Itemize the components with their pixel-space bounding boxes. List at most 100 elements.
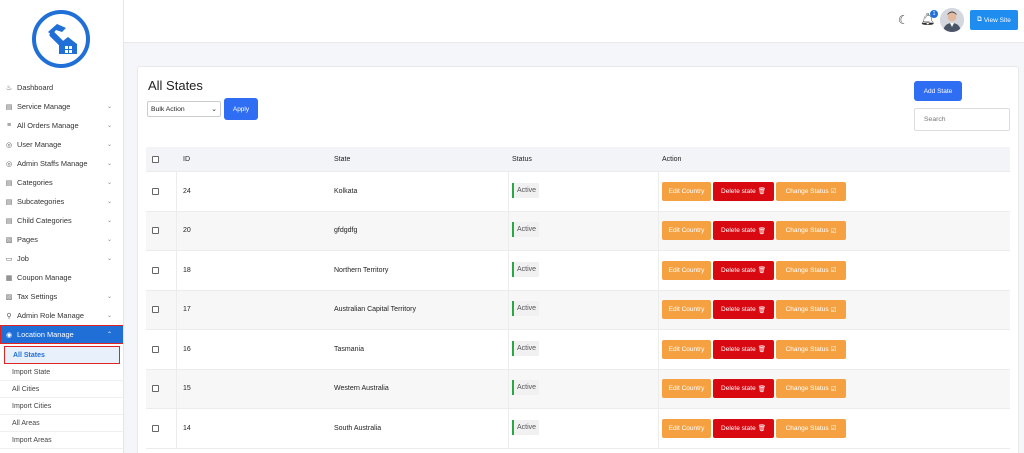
submenu-all-areas[interactable]: All Areas	[0, 415, 123, 432]
sidebar-item-label: User Manage	[17, 140, 62, 149]
chevron-down-icon: ⌄	[106, 218, 112, 224]
change-status-button[interactable]: Change Status ☑	[776, 260, 846, 280]
sidebar-item-dashboard[interactable]: ♨ Dashboard	[0, 78, 123, 97]
edit-country-button[interactable]: Edit Country	[662, 300, 711, 320]
row-id: 24	[183, 187, 191, 195]
sidebar-item-categories[interactable]: ▤ Categories ⌄	[0, 173, 123, 192]
column-divider	[176, 251, 177, 290]
sidebar-item-label: Admin Role Manage	[17, 311, 84, 320]
submenu-all-cities[interactable]: All Cities	[0, 381, 123, 398]
chevron-down-icon: ⌄	[106, 199, 112, 205]
sidebar-item-pages[interactable]: ▧ Pages ⌄	[0, 230, 123, 249]
change-status-button[interactable]: Change Status ☑	[776, 221, 846, 241]
table-row: 17 Australian Capital Territory Active Edit…	[146, 290, 1010, 330]
logo[interactable]	[32, 10, 90, 68]
delete-state-button[interactable]: Delete state 🗑︎	[713, 260, 774, 280]
edit-square-icon: ☑	[830, 306, 837, 314]
sidebar-item-subcategories[interactable]: ▤ Subcategories ⌄	[0, 192, 123, 211]
sidebar-item-all-orders[interactable]: ≡ All Orders Manage ⌄	[0, 116, 123, 135]
chevron-down-icon: ⌄	[106, 123, 112, 129]
coupon-icon: ▦	[5, 274, 13, 282]
delete-state-button[interactable]: Delete state 🗑︎	[713, 221, 774, 241]
subcategories-icon: ▤	[5, 198, 13, 206]
row-state: Australian Capital Territory	[334, 306, 416, 314]
column-header-id: ID	[183, 155, 190, 163]
add-state-button[interactable]: Add State	[914, 81, 962, 101]
change-status-button[interactable]: Change Status ☑	[776, 300, 846, 320]
service-icon: ▤	[5, 103, 13, 111]
row-checkbox[interactable]	[152, 345, 159, 353]
delete-state-button[interactable]: Delete state 🗑︎	[713, 418, 774, 438]
delete-state-label: Delete state	[721, 424, 756, 432]
avatar[interactable]	[940, 8, 964, 32]
column-divider	[176, 369, 177, 408]
column-header-status: Status	[512, 155, 532, 163]
submenu-import-areas[interactable]: Import Areas	[0, 432, 123, 449]
edit-country-button[interactable]: Edit Country	[662, 339, 711, 359]
table-row: 15 Western Australia Active Edit Country Del…	[146, 369, 1010, 409]
bulk-action-select[interactable]: Bulk Action ⌄	[147, 101, 221, 117]
hammer-house-icon	[48, 24, 77, 54]
edit-country-button[interactable]: Edit Country	[662, 181, 711, 201]
view-site-button[interactable]: ⧉ View Site	[970, 10, 1018, 30]
states-card: All States Bulk Action ⌄ Apply Add State …	[137, 66, 1019, 453]
column-header-action: Action	[662, 155, 682, 163]
edit-country-label: Edit Country	[668, 385, 705, 393]
status-badge: Active	[512, 222, 540, 238]
chevron-down-icon: ⌄	[106, 237, 112, 243]
delete-state-button[interactable]: Delete state 🗑︎	[713, 339, 774, 359]
column-divider	[658, 211, 659, 250]
edit-country-button[interactable]: Edit Country	[662, 379, 711, 399]
sidebar-item-user-manage[interactable]: ◎ User Manage ⌄	[0, 135, 123, 154]
sidebar-item-job[interactable]: ▭ Job ⌄	[0, 249, 123, 268]
user-avatar-icon	[940, 8, 964, 32]
search-input[interactable]	[914, 108, 1010, 131]
change-status-button[interactable]: Change Status ☑	[776, 379, 846, 399]
sidebar-item-service-manage[interactable]: ▤ Service Manage ⌄	[0, 97, 123, 116]
sidebar-item-admin-role[interactable]: ⚲ Admin Role Manage ⌄	[0, 306, 123, 325]
submenu-all-states[interactable]: All States	[4, 346, 120, 364]
row-checkbox[interactable]	[152, 227, 159, 235]
submenu-import-state[interactable]: Import State	[0, 364, 123, 381]
trash-icon: 🗑︎	[757, 425, 766, 433]
sidebar-item-label: Job	[17, 254, 29, 263]
change-status-button[interactable]: Change Status ☑	[776, 181, 846, 201]
column-divider	[508, 290, 509, 329]
row-state: South Australia	[334, 424, 382, 432]
sidebar-item-child-categories[interactable]: ▤ Child Categories ⌄	[0, 211, 123, 230]
row-state: Western Australia	[334, 385, 389, 393]
select-all-checkbox[interactable]	[152, 155, 159, 163]
edit-square-icon: ☑	[830, 346, 837, 354]
sidebar-item-coupon-manage[interactable]: ▦ Coupon Manage	[0, 268, 123, 287]
delete-state-button[interactable]: Delete state 🗑︎	[713, 300, 774, 320]
sidebar-item-tax-settings[interactable]: ▨ Tax Settings ⌄	[0, 287, 123, 306]
row-checkbox[interactable]	[152, 306, 159, 314]
notification-badge: 1	[930, 10, 938, 18]
apply-button[interactable]: Apply	[224, 98, 258, 120]
row-checkbox[interactable]	[152, 424, 159, 432]
delete-state-label: Delete state	[721, 187, 756, 195]
row-state: Tasmania	[334, 345, 364, 353]
row-checkbox[interactable]	[152, 385, 159, 393]
status-badge: Active	[512, 261, 540, 277]
row-checkbox[interactable]	[152, 266, 159, 274]
categories-icon: ▤	[5, 179, 13, 187]
edit-country-button[interactable]: Edit Country	[662, 418, 711, 438]
sidebar-item-admin-staffs[interactable]: ◎ Admin Staffs Manage ⌄	[0, 154, 123, 173]
moon-icon[interactable]: ☾	[898, 13, 909, 27]
submenu-import-cities[interactable]: Import Cities	[0, 398, 123, 415]
edit-country-button[interactable]: Edit Country	[662, 260, 711, 280]
edit-country-label: Edit Country	[668, 187, 705, 195]
row-checkbox[interactable]	[152, 187, 159, 195]
change-status-button[interactable]: Change Status ☑	[776, 418, 846, 438]
edit-country-label: Edit Country	[668, 227, 705, 235]
sidebar-item-location-manage[interactable]: ◉ Location Manage ⌃	[0, 325, 123, 344]
role-icon: ⚲	[6, 312, 12, 320]
change-status-button[interactable]: Change Status ☑	[776, 339, 846, 359]
trash-icon: 🗑︎	[757, 227, 766, 235]
delete-state-button[interactable]: Delete state 🗑︎	[713, 379, 774, 399]
edit-country-button[interactable]: Edit Country	[662, 221, 711, 241]
delete-state-button[interactable]: Delete state 🗑︎	[713, 181, 774, 201]
table-row: 14 South Australia Active Edit Country Delet…	[146, 409, 1010, 449]
user-icon: ◎	[5, 141, 13, 149]
